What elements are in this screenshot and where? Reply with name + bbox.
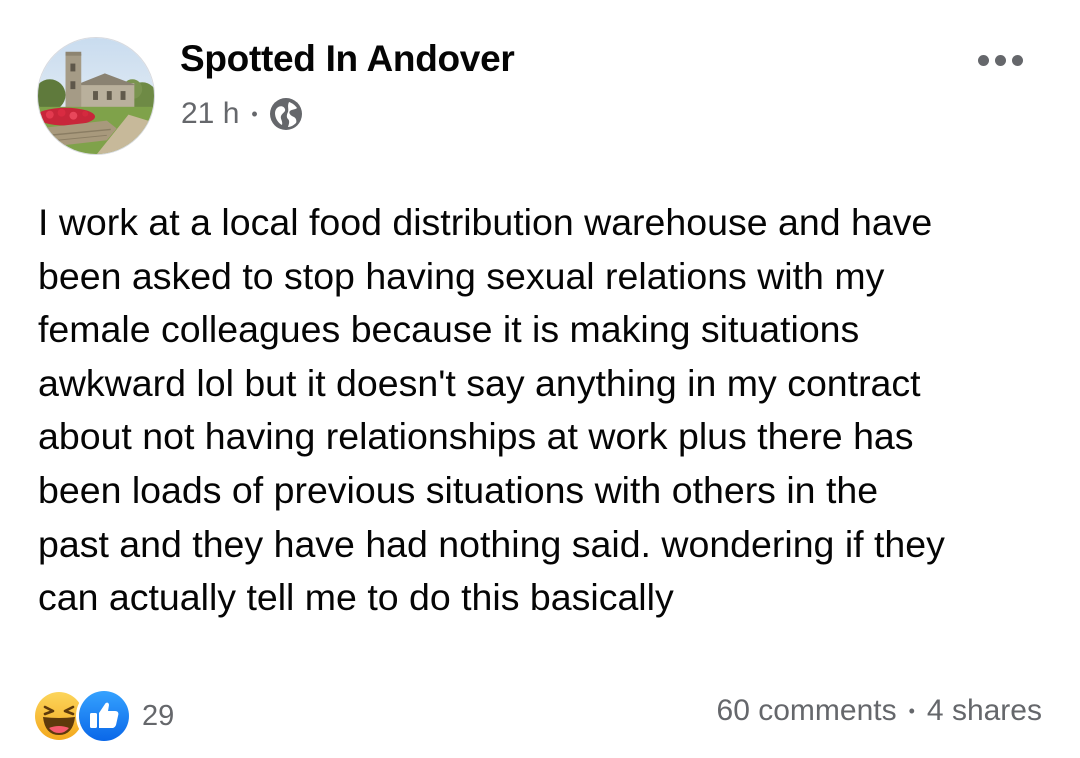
avatar-church-photo [38, 38, 154, 154]
post-body-text: I work at a local food distribution ware… [38, 201, 945, 619]
facebook-post: Spotted In Andover 21 h • I work at a lo… [0, 0, 1080, 758]
more-dot [994, 54, 1006, 66]
reactions-summary[interactable]: 29 [34, 688, 174, 744]
shares-count-link[interactable]: 4 shares [927, 694, 1042, 728]
comments-count-link[interactable]: 60 comments [717, 694, 897, 728]
page-avatar[interactable] [37, 37, 155, 155]
post-meta: 21 h • [181, 96, 304, 132]
engagement-summary: 60 comments • 4 shares [717, 694, 1042, 728]
globe-icon[interactable] [268, 96, 304, 132]
more-options-icon[interactable] [968, 42, 1032, 78]
more-dot [1011, 54, 1023, 66]
engagement-separator: • [908, 700, 915, 721]
more-dot [977, 54, 989, 66]
meta-separator: • [251, 104, 258, 124]
post-timestamp[interactable]: 21 h [181, 97, 239, 131]
reaction-count: 29 [142, 699, 175, 732]
like-reaction-icon [76, 688, 132, 744]
page-name[interactable]: Spotted In Andover [180, 38, 515, 80]
